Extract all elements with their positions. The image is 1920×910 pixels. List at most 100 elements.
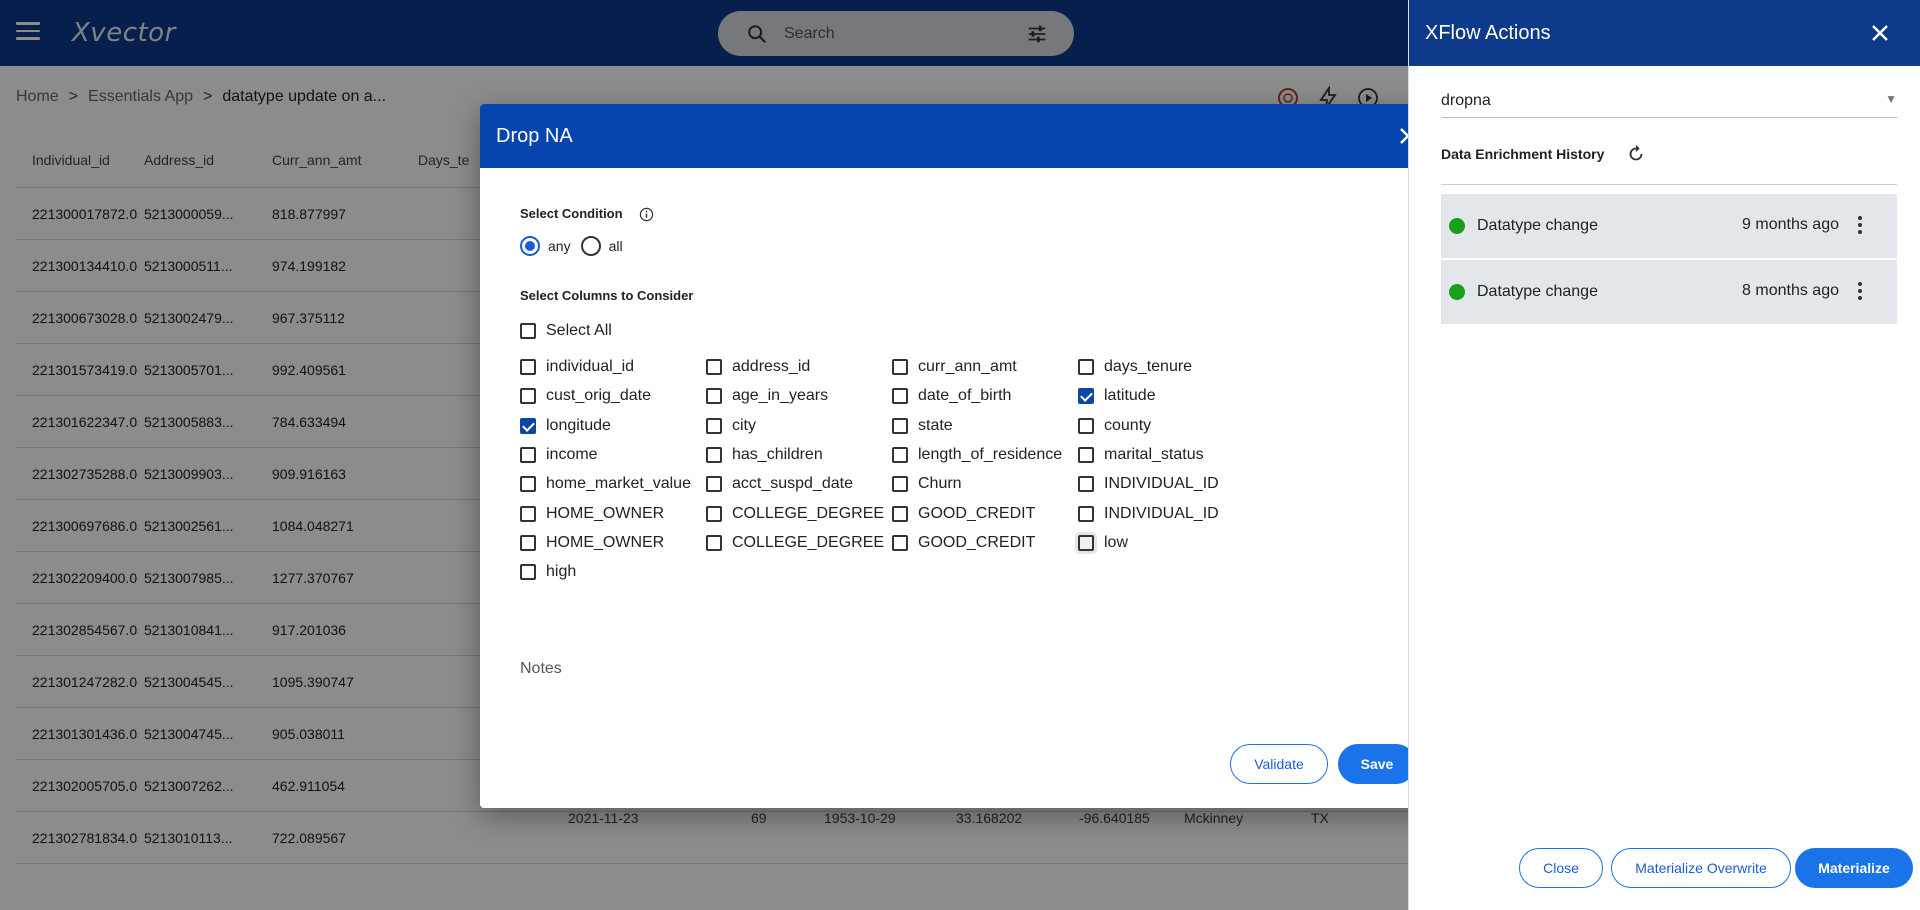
select-all-checkbox[interactable]: Select All: [520, 322, 612, 340]
more-options-icon[interactable]: [1857, 216, 1863, 236]
checkbox-box[interactable]: [520, 505, 536, 522]
checkbox-box[interactable]: [892, 446, 908, 463]
radio-any[interactable]: [520, 236, 540, 256]
checkbox-label: COLLEGE_DEGREE: [732, 504, 885, 522]
checkbox-label: GOOD_CREDIT: [918, 504, 1036, 522]
checkbox-box[interactable]: [1078, 446, 1094, 463]
column-checkbox[interactable]: has_children: [706, 446, 823, 464]
checkbox-box[interactable]: [706, 534, 722, 551]
checkbox-label: income: [546, 445, 598, 463]
status-dot: [1449, 218, 1465, 234]
checkbox-box[interactable]: [520, 417, 536, 434]
info-icon[interactable]: [639, 207, 654, 222]
close-button[interactable]: Close: [1519, 848, 1603, 888]
select-condition-label: Select Condition: [520, 206, 623, 221]
column-checkbox[interactable]: address_id: [706, 358, 810, 376]
materialize-overwrite-button[interactable]: Materialize Overwrite: [1611, 848, 1791, 888]
checkbox-label: HOME_OWNER: [546, 504, 665, 522]
history-item[interactable]: Datatype change 9 months ago: [1441, 194, 1897, 258]
checkbox-box[interactable]: [520, 564, 536, 581]
checkbox-box[interactable]: [706, 359, 722, 375]
checkbox-box[interactable]: [892, 388, 908, 405]
history-item[interactable]: Datatype change 8 months ago: [1441, 260, 1897, 324]
checkbox-box[interactable]: [520, 476, 536, 493]
column-checkbox[interactable]: county: [1078, 417, 1151, 435]
column-checkbox[interactable]: HOME_OWNER: [520, 534, 664, 552]
column-checkbox[interactable]: longitude: [520, 417, 611, 435]
column-checkbox[interactable]: marital_status: [1078, 446, 1204, 464]
dialog-header: Drop NA: [480, 104, 1440, 168]
checkbox-box[interactable]: [1078, 534, 1094, 551]
notes-field[interactable]: Notes: [520, 660, 562, 678]
checkbox-box[interactable]: [706, 505, 722, 522]
history-item-label: Datatype change: [1477, 283, 1598, 300]
drop-na-dialog: Drop NA Select Condition any all Select …: [480, 104, 1440, 808]
column-checkbox[interactable]: length_of_residence: [892, 446, 1062, 464]
column-checkbox[interactable]: individual_id: [520, 358, 634, 376]
column-checkbox[interactable]: GOOD_CREDIT: [892, 534, 1035, 552]
checkbox-box[interactable]: [1078, 476, 1094, 493]
column-checkbox[interactable]: INDIVIDUAL_ID: [1078, 505, 1219, 523]
radio-all[interactable]: [580, 236, 601, 256]
validate-button[interactable]: Validate: [1230, 744, 1328, 784]
column-checkbox[interactable]: high: [520, 563, 576, 581]
checkbox-box[interactable]: [892, 534, 908, 551]
column-checkbox[interactable]: city: [706, 417, 756, 435]
checkbox-label: county: [1104, 416, 1152, 434]
checkbox-label: INDIVIDUAL_ID: [1104, 475, 1219, 493]
checkbox-box[interactable]: [892, 359, 908, 375]
table-cell: TX: [1311, 810, 1329, 826]
table-cell: -96.640185: [1079, 810, 1150, 826]
column-checkbox[interactable]: COLLEGE_DEGREE: [706, 534, 884, 552]
column-checkbox[interactable]: income: [520, 446, 598, 464]
action-select-value: dropna: [1441, 91, 1491, 109]
chevron-down-icon[interactable]: ▼: [1885, 92, 1897, 106]
column-checkbox[interactable]: age_in_years: [706, 387, 828, 405]
checkbox-box[interactable]: [892, 417, 908, 434]
refresh-icon[interactable]: [1625, 143, 1647, 165]
column-checkbox[interactable]: home_market_value: [520, 475, 691, 493]
more-options-icon[interactable]: [1857, 282, 1863, 302]
checkbox-label: INDIVIDUAL_ID: [1104, 504, 1219, 522]
checkbox-box[interactable]: [520, 388, 536, 405]
checkbox-label: GOOD_CREDIT: [918, 533, 1036, 551]
checkbox-box[interactable]: [706, 388, 722, 405]
action-select[interactable]: dropna ▼: [1441, 84, 1897, 118]
column-checkbox[interactable]: date_of_birth: [892, 387, 1011, 405]
checkbox-box[interactable]: [892, 505, 908, 522]
checkbox-box[interactable]: [520, 359, 536, 375]
checkbox-box[interactable]: [520, 534, 536, 551]
column-checkbox[interactable]: INDIVIDUAL_ID: [1078, 475, 1219, 493]
column-checkbox[interactable]: cust_orig_date: [520, 387, 651, 405]
checkbox-label: Select All: [546, 322, 612, 339]
materialize-button[interactable]: Materialize: [1795, 848, 1913, 888]
column-checkbox[interactable]: GOOD_CREDIT: [892, 505, 1035, 523]
checkbox-box[interactable]: [892, 476, 908, 493]
checkbox-box[interactable]: [706, 417, 722, 434]
checkbox-box[interactable]: [1078, 359, 1094, 375]
checkbox-label: low: [1104, 533, 1129, 551]
checkbox-box[interactable]: [1078, 417, 1094, 434]
checkbox-box[interactable]: [1078, 505, 1094, 522]
table-cell: 33.168202: [956, 810, 1023, 826]
column-checkbox[interactable]: HOME_OWNER: [520, 505, 664, 523]
column-checkbox[interactable]: acct_suspd_date: [706, 475, 853, 493]
column-checkbox[interactable]: latitude: [1078, 387, 1156, 405]
save-button[interactable]: Save: [1338, 744, 1416, 784]
close-icon[interactable]: [1868, 21, 1892, 45]
column-checkbox[interactable]: COLLEGE_DEGREE: [706, 505, 884, 523]
divider: [1441, 184, 1897, 185]
checkbox-box[interactable]: [706, 476, 722, 493]
column-checkbox[interactable]: state: [892, 417, 953, 435]
checkbox-box[interactable]: [520, 323, 536, 339]
checkbox-box[interactable]: [520, 446, 536, 463]
checkbox-label: age_in_years: [732, 387, 829, 405]
checkbox-box[interactable]: [706, 446, 722, 463]
column-checkbox[interactable]: Churn: [892, 475, 962, 493]
column-checkbox[interactable]: curr_ann_amt: [892, 358, 1017, 376]
column-checkbox[interactable]: low: [1078, 534, 1128, 552]
checkbox-label: days_tenure: [1104, 358, 1193, 375]
condition-radio-group: any all: [520, 236, 623, 256]
checkbox-box[interactable]: [1078, 388, 1094, 405]
column-checkbox[interactable]: days_tenure: [1078, 358, 1192, 376]
